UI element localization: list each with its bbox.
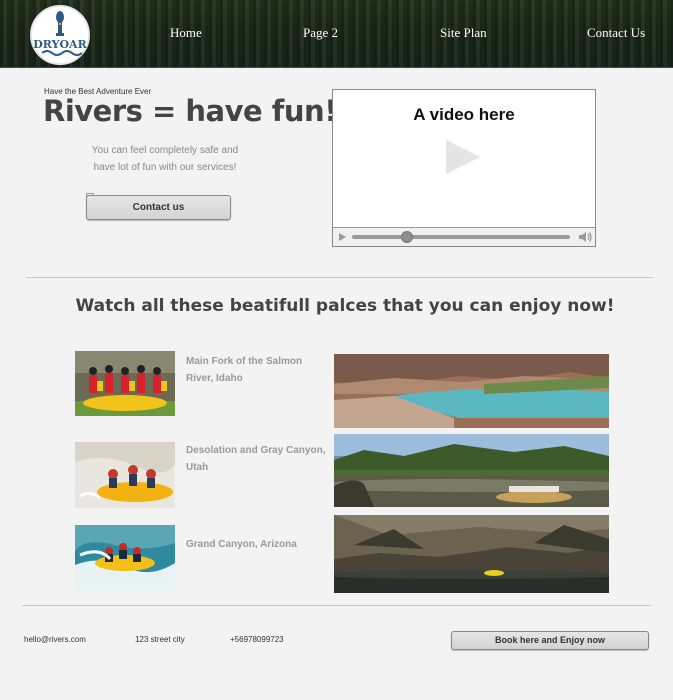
footer-phone[interactable]: +56978099723 — [230, 635, 284, 644]
grand-canyon-panorama — [334, 515, 609, 593]
rafting-team-photo — [75, 351, 175, 416]
volume-icon[interactable] — [578, 231, 592, 243]
site-header: DRYOAR Home Page 2 Site Plan Contact Us — [0, 0, 673, 68]
nav-contact-us[interactable]: Contact Us — [587, 25, 645, 41]
nav-site-plan[interactable]: Site Plan — [440, 25, 487, 41]
play-button-icon[interactable] — [339, 233, 346, 241]
section-title: Watch all these beatifull palces that yo… — [75, 296, 615, 316]
video-player[interactable]: A video here — [332, 89, 596, 247]
nav-page-2[interactable]: Page 2 — [303, 25, 338, 41]
desolation-canyon-panorama — [334, 434, 609, 507]
salmon-river-panorama — [334, 354, 609, 428]
hero-title: Rivers = have fun! — [43, 94, 337, 128]
paddle-icon — [41, 11, 83, 56]
logo-wordmark: DRYOAR — [33, 38, 87, 51]
footer-email[interactable]: hello@rivers.com — [24, 635, 86, 644]
footer-divider — [22, 605, 651, 606]
footer-address: 123 street city — [135, 635, 185, 644]
place-name-salmon-river: Main Fork of the Salmon River, Idaho — [186, 356, 303, 384]
place-name-grand-canyon: Grand Canyon, Arizona — [186, 539, 297, 550]
divider — [26, 277, 653, 278]
nav-home[interactable]: Home — [170, 25, 202, 41]
dryoar-logo[interactable]: DRYOAR — [30, 5, 90, 65]
video-placeholder-label: A video here — [413, 105, 515, 124]
seek-bar[interactable] — [352, 235, 570, 239]
place-name-desolation-canyon: Desolation and Gray Canyon, Utah — [186, 445, 326, 473]
contact-us-button[interactable]: Contact us — [86, 195, 231, 220]
whitewater-rafting-photo — [75, 525, 175, 591]
seek-handle[interactable] — [400, 231, 413, 243]
book-now-button[interactable]: Book here and Enjoy now — [451, 631, 649, 650]
play-icon[interactable] — [446, 140, 480, 174]
yellow-raft-photo — [75, 442, 175, 508]
hero-subtitle: You can feel completely safe and have lo… — [91, 145, 239, 173]
video-controls — [333, 227, 595, 246]
